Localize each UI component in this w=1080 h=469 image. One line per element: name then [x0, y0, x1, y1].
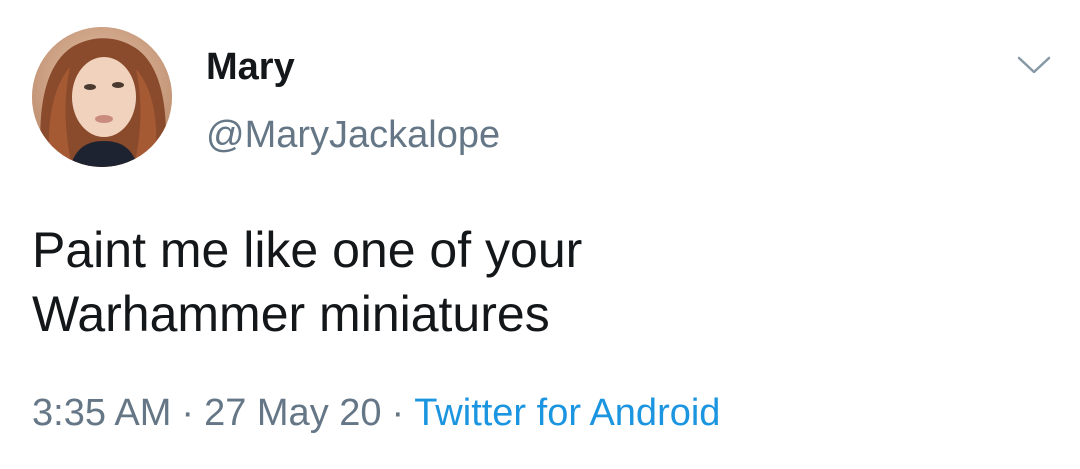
meta-separator: ·	[181, 392, 195, 434]
profile-photo-icon	[32, 27, 172, 167]
user-handle[interactable]: @MaryJackalope	[206, 112, 500, 158]
display-name[interactable]: Mary	[206, 44, 295, 90]
chevron-down-icon	[1017, 56, 1051, 74]
tweet-text-line: Warhammer miniatures	[32, 286, 550, 342]
tweet-date[interactable]: 27 May 20	[204, 392, 381, 434]
tweet-source-link[interactable]: Twitter for Android	[414, 392, 720, 434]
avatar[interactable]	[32, 27, 172, 167]
tweet-time[interactable]: 3:35 AM	[32, 392, 171, 434]
meta-separator: ·	[391, 392, 405, 434]
tweet-card: Mary @MaryJackalope Paint me like one of…	[0, 0, 1080, 469]
more-options-button[interactable]	[1016, 54, 1052, 76]
tweet-meta: 3:35 AM · 27 May 20 · Twitter for Android	[32, 390, 720, 436]
tweet-text: Paint me like one of your Warhammer mini…	[32, 218, 1032, 346]
tweet-text-line: Paint me like one of your	[32, 222, 583, 278]
